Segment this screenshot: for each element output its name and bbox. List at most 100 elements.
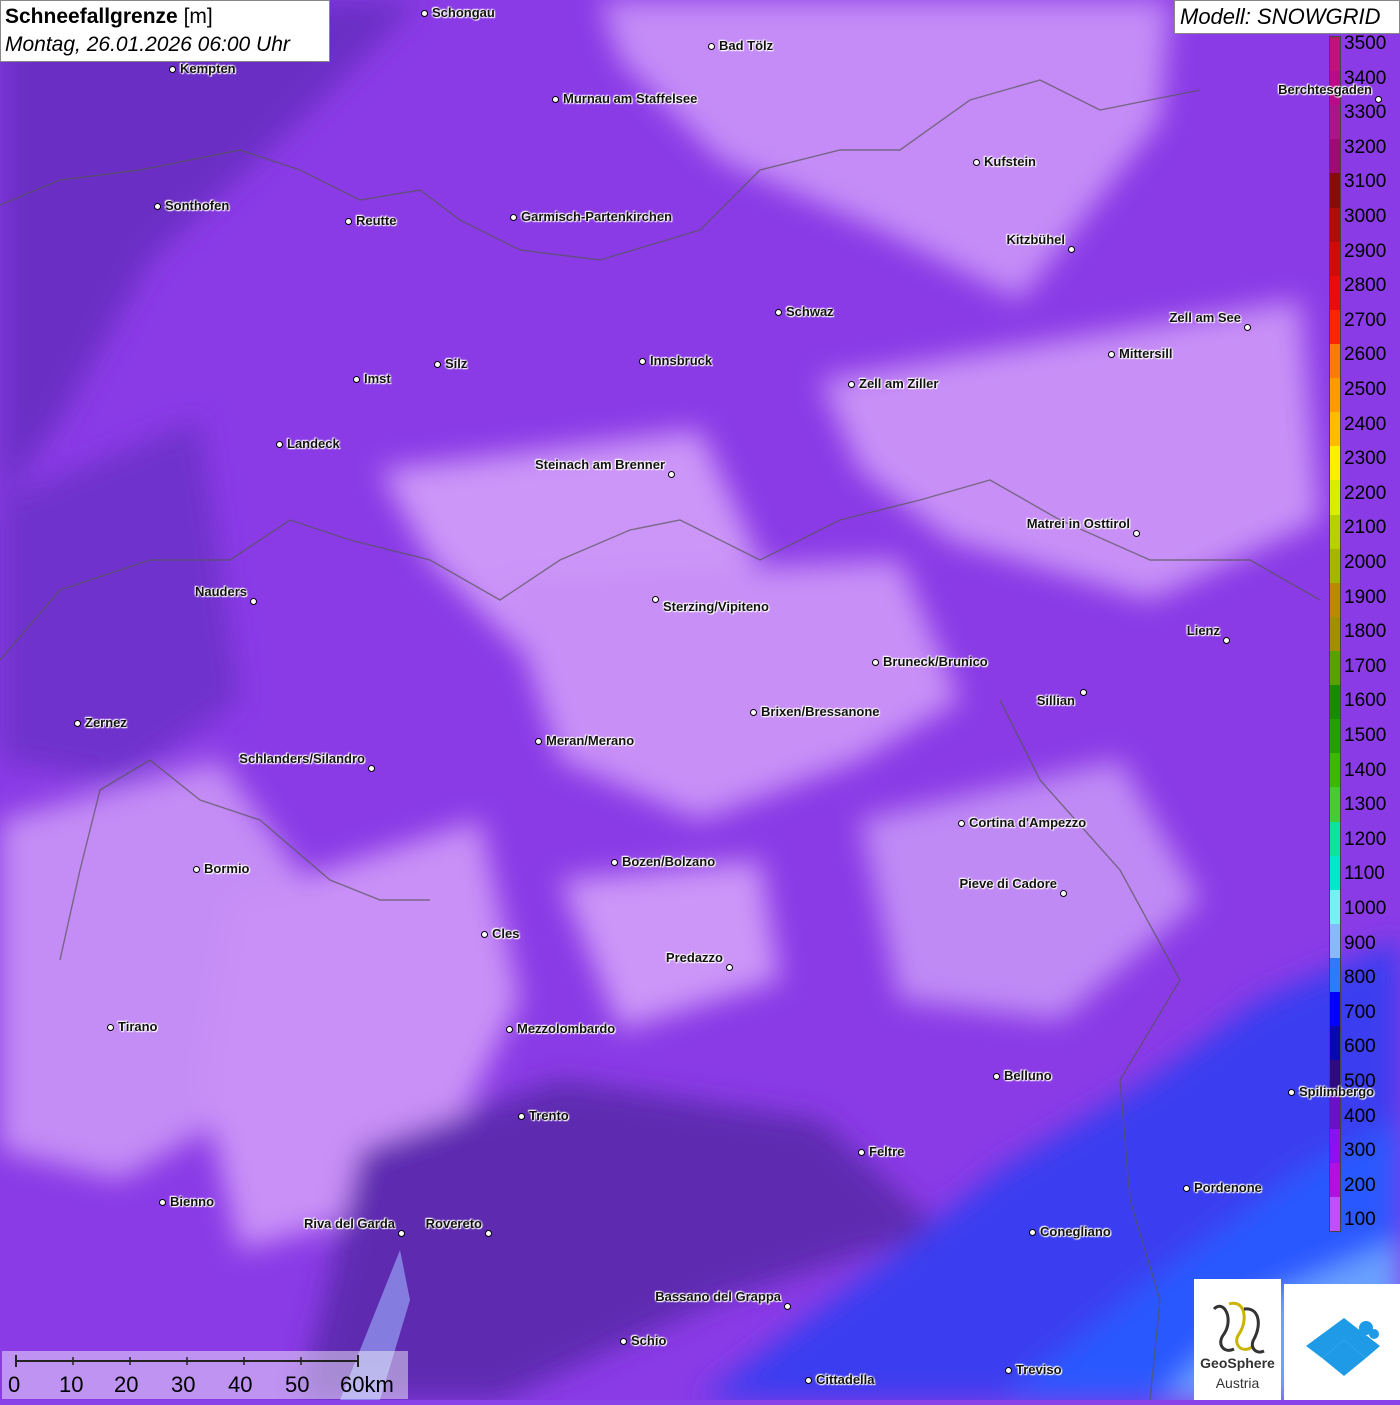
legend-label: 2800 bbox=[1344, 275, 1387, 297]
legend-swatch bbox=[1330, 207, 1340, 242]
city-marker bbox=[1222, 636, 1230, 644]
city-label: Conegliano bbox=[1040, 1224, 1111, 1239]
city-label: Mittersill bbox=[1119, 346, 1173, 361]
legend-swatch bbox=[1330, 1094, 1340, 1129]
legend-swatch bbox=[1330, 105, 1340, 140]
map-unit: [m] bbox=[183, 5, 213, 28]
legend-swatch bbox=[1330, 582, 1340, 617]
model-label: Modell: SNOWGRID bbox=[1174, 0, 1400, 34]
legend-swatch bbox=[1330, 548, 1340, 583]
legend-swatch bbox=[1330, 889, 1340, 924]
scale-tick-label: 30 bbox=[171, 1372, 196, 1397]
city-label: Imst bbox=[364, 371, 391, 386]
legend-label: 3000 bbox=[1344, 206, 1387, 227]
legend-label: 2400 bbox=[1344, 413, 1387, 435]
city-label: Brixen/Bressanone bbox=[761, 704, 880, 719]
legend-swatch bbox=[1330, 37, 1340, 72]
legend-label: 1100 bbox=[1344, 863, 1385, 885]
city-label: Sterzing/Vipiteno bbox=[663, 599, 769, 614]
city-label: Bad Tölz bbox=[719, 38, 774, 53]
city-marker bbox=[1067, 245, 1075, 253]
legend-swatch bbox=[1330, 753, 1340, 788]
city-label: Zell am See bbox=[1169, 310, 1241, 325]
city-label: Predazzo bbox=[665, 950, 723, 965]
legend-swatch bbox=[1330, 1128, 1340, 1163]
legend-swatch bbox=[1330, 719, 1340, 754]
legend-swatch bbox=[1330, 514, 1340, 549]
city-label: Murnau am Staffelsee bbox=[563, 91, 698, 106]
city-marker bbox=[551, 95, 559, 103]
city-marker bbox=[484, 1229, 492, 1237]
legend-label: 300 bbox=[1344, 1140, 1376, 1162]
city-marker bbox=[509, 213, 517, 221]
city-marker bbox=[783, 1302, 791, 1310]
scale-tick-label: 0 bbox=[8, 1372, 21, 1397]
city-marker bbox=[651, 595, 659, 603]
city-label: Nauders bbox=[194, 584, 247, 599]
legend-swatch bbox=[1330, 821, 1340, 856]
city-marker bbox=[73, 719, 81, 727]
city-label: Steinach am Brenner bbox=[534, 457, 665, 472]
scale-tick-label: 20 bbox=[114, 1372, 139, 1397]
city-label: Kitzbühel bbox=[1006, 232, 1066, 247]
legend-label: 1000 bbox=[1344, 898, 1387, 919]
legend-label: 2600 bbox=[1344, 344, 1387, 366]
legend-swatch bbox=[1330, 241, 1340, 276]
city-marker bbox=[1107, 350, 1115, 358]
legend-label: 1700 bbox=[1344, 655, 1387, 677]
logo-name2: Austria bbox=[1215, 1375, 1260, 1391]
legend-label: 800 bbox=[1344, 967, 1376, 989]
city-label: Bormio bbox=[204, 861, 250, 876]
legend-label: 1900 bbox=[1344, 586, 1387, 608]
city-label: Reutte bbox=[356, 213, 397, 228]
legend-label: 1300 bbox=[1344, 794, 1387, 816]
city-marker bbox=[667, 470, 675, 478]
city-marker bbox=[1374, 95, 1382, 103]
legend-label: 1800 bbox=[1344, 621, 1387, 643]
logo-name1: GeoSphere bbox=[1200, 1355, 1275, 1371]
city-label: Bienno bbox=[170, 1194, 215, 1209]
city-marker bbox=[749, 708, 757, 716]
city-marker bbox=[957, 819, 965, 827]
legend-swatch bbox=[1330, 378, 1340, 413]
scale-tick-label: 50 bbox=[285, 1372, 310, 1397]
legend-label: 200 bbox=[1344, 1174, 1376, 1196]
city-marker bbox=[153, 202, 161, 210]
city-label: Matrei in Osttirol bbox=[1026, 516, 1130, 531]
city-marker bbox=[707, 42, 715, 50]
city-marker bbox=[517, 1112, 525, 1120]
legend-label: 1600 bbox=[1344, 690, 1387, 712]
city-marker bbox=[1132, 529, 1140, 537]
legend-swatch bbox=[1330, 446, 1340, 481]
city-marker bbox=[992, 1072, 1000, 1080]
scale-tick-label: 60km bbox=[340, 1372, 394, 1397]
city-marker bbox=[972, 158, 980, 166]
city-label: Treviso bbox=[1016, 1362, 1062, 1377]
city-marker bbox=[1182, 1184, 1190, 1192]
city-marker bbox=[638, 357, 646, 365]
city-marker bbox=[857, 1148, 865, 1156]
city-label: Zernez bbox=[85, 715, 127, 730]
legend-swatch bbox=[1330, 685, 1340, 720]
legend-label: 2900 bbox=[1344, 240, 1387, 262]
legend-label: 900 bbox=[1344, 932, 1376, 954]
city-label: Garmisch-Partenkirchen bbox=[521, 209, 673, 224]
city-label: Pieve di Cadore bbox=[959, 876, 1057, 891]
city-label: Kufstein bbox=[984, 154, 1036, 169]
city-marker bbox=[106, 1023, 114, 1031]
city-label: Feltre bbox=[869, 1144, 905, 1159]
legend-swatch bbox=[1330, 275, 1340, 310]
city-label: Cittadella bbox=[816, 1372, 875, 1387]
city-label: Bruneck/Brunico bbox=[883, 654, 988, 669]
legend-swatch bbox=[1330, 616, 1340, 651]
legend-label: 3100 bbox=[1344, 171, 1387, 193]
city-marker bbox=[344, 217, 352, 225]
legend-swatch bbox=[1330, 855, 1340, 890]
legend-label: 2700 bbox=[1344, 309, 1387, 331]
city-label: Sonthofen bbox=[165, 198, 230, 213]
city-marker bbox=[352, 375, 360, 383]
city-label: Rovereto bbox=[425, 1216, 482, 1231]
geosphere-logo: GeoSphere Austria bbox=[1194, 1279, 1281, 1400]
city-label: Pordenone bbox=[1194, 1180, 1262, 1195]
legend-swatch bbox=[1330, 343, 1340, 379]
